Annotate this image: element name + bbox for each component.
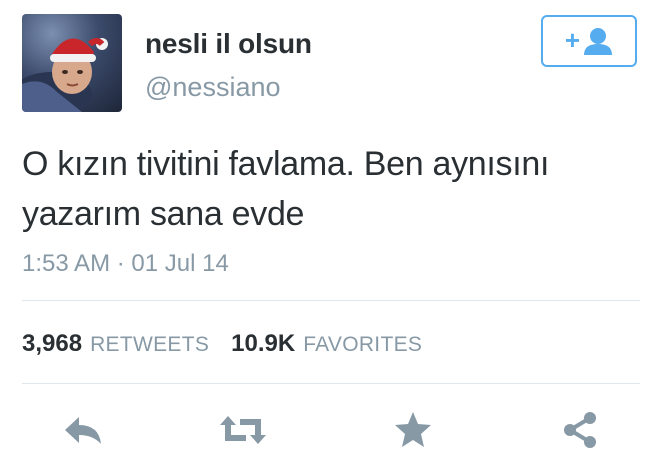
favorite-button[interactable] xyxy=(388,405,438,455)
retweets-count[interactable]: 3,968 xyxy=(22,330,82,358)
reply-icon xyxy=(65,417,101,444)
avatar[interactable] xyxy=(22,14,122,112)
tweet-actions xyxy=(0,405,662,455)
favorites-label[interactable]: FAVORITES xyxy=(303,333,422,357)
retweet-button[interactable] xyxy=(218,405,268,455)
divider xyxy=(22,300,640,301)
share-icon xyxy=(564,412,596,448)
tweet-timestamp[interactable]: 1:53 AM · 01 Jul 14 xyxy=(22,250,229,278)
plus-icon: + xyxy=(564,24,581,55)
tweet-stats: 3,968 RETWEETS 10.9K FAVORITES xyxy=(22,330,422,358)
user-handle[interactable]: @nessiano xyxy=(145,72,281,103)
user-name[interactable]: nesli il olsun xyxy=(145,28,312,60)
tweet-text-line: O kızın tivitini favlama. Ben aynısını xyxy=(22,145,550,183)
star-icon xyxy=(395,412,431,447)
tweet-text: O kızın tivitini favlama. Ben aynısını y… xyxy=(22,139,642,239)
add-user-icon xyxy=(584,28,613,55)
follow-button[interactable]: + xyxy=(541,15,637,67)
favorites-count[interactable]: 10.9K xyxy=(231,330,295,358)
share-button[interactable] xyxy=(555,405,605,455)
tweet-text-line: yazarım sana evde xyxy=(22,195,305,233)
retweets-label[interactable]: RETWEETS xyxy=(90,333,209,357)
divider xyxy=(22,383,640,384)
retweet-icon xyxy=(220,416,266,444)
reply-button[interactable] xyxy=(58,405,108,455)
